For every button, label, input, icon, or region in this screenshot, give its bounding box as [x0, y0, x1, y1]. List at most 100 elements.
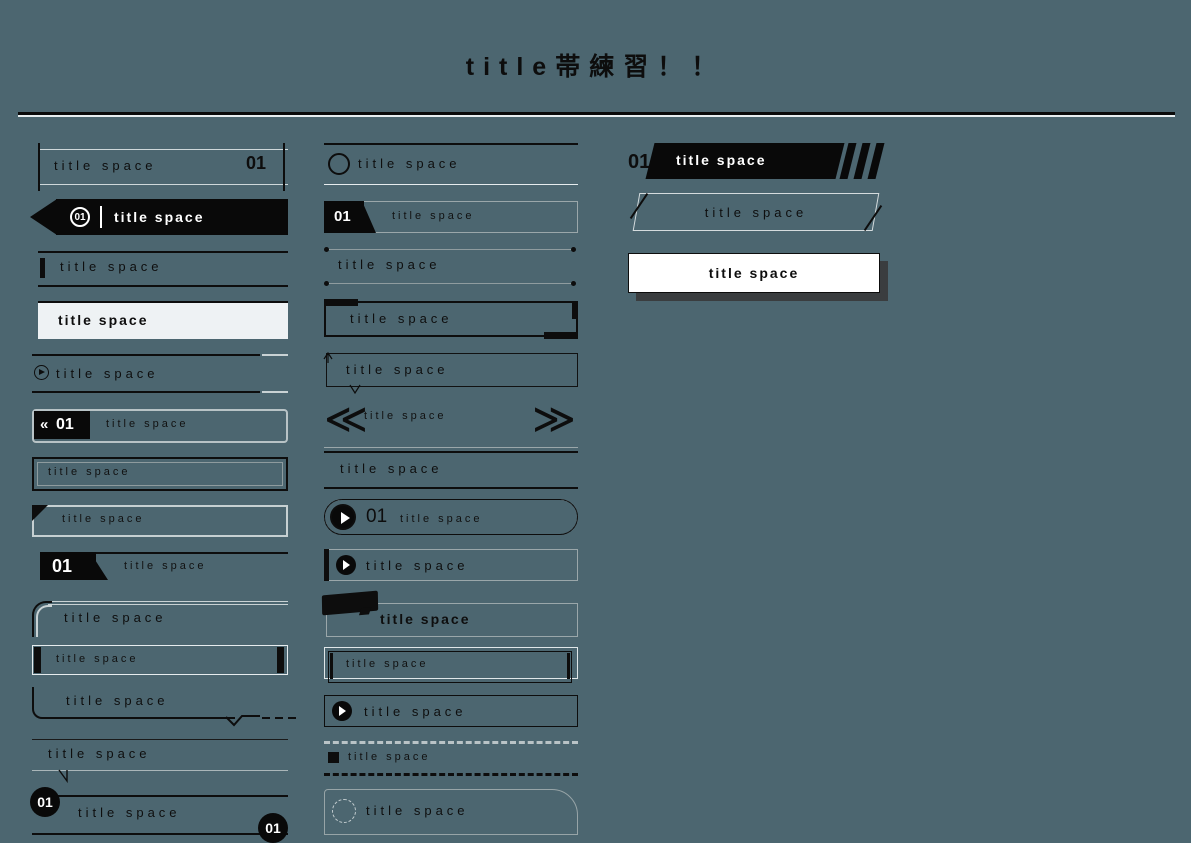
title-bar-c2-2[interactable]: 01 title space: [322, 201, 578, 233]
rule-top: [38, 149, 288, 150]
title-bar-c2-12[interactable]: title space: [322, 695, 578, 727]
dot-top-right: [571, 247, 576, 252]
chevron-left-icon[interactable]: ≪: [324, 398, 368, 440]
rule-top: [324, 143, 578, 145]
endcap-right: [567, 653, 570, 679]
rule-bottom: [38, 285, 288, 287]
title-bar-c3-1[interactable]: 01 title space: [628, 143, 885, 179]
title-label: title space: [124, 560, 207, 572]
title-label: title space: [58, 312, 149, 328]
number-chip: « 01: [34, 411, 90, 439]
title-bar-c2-4[interactable]: title space: [322, 299, 578, 339]
title-bar-c2-9[interactable]: title space: [322, 549, 578, 581]
dashed-rule-top: [324, 741, 578, 744]
title-bar-c1-3[interactable]: title space: [30, 249, 288, 289]
title-label: title space: [704, 205, 808, 220]
dash-2: [275, 717, 283, 719]
brush-stroke-icon: [321, 590, 379, 616]
title-bar-c1-9[interactable]: 01 title space: [30, 551, 288, 589]
dash-1: [262, 717, 270, 719]
play-circle-icon: [330, 504, 356, 530]
title-label: title space: [62, 513, 145, 525]
corner-key-bottom-right: [544, 332, 578, 339]
squiggle-icon: [226, 715, 260, 727]
rule-bottom: [324, 184, 578, 185]
title-bar-c1-11[interactable]: title space: [30, 645, 288, 675]
tag-number: 01: [52, 556, 73, 576]
rounded-corner-inner: [36, 605, 52, 637]
dot-bottom-left: [324, 281, 329, 286]
column-1: title space 01 01 title space title spac…: [30, 143, 296, 843]
title-label: title space: [346, 658, 429, 670]
title-label: title space: [708, 265, 800, 281]
rule-bottom: [32, 833, 288, 835]
title-bar-c1-6[interactable]: « 01 title space: [30, 409, 288, 443]
title-bar-c1-2[interactable]: 01 title space: [30, 199, 288, 235]
title-bar-c1-1[interactable]: title space 01: [30, 143, 288, 191]
title-bar-c2-6[interactable]: ≪ ≫ title space: [322, 395, 578, 443]
title-label: title space: [364, 704, 467, 719]
title-bar-c1-12[interactable]: title space: [30, 687, 296, 731]
title-bar-c2-14[interactable]: title space: [322, 789, 578, 835]
rule-tail-top: [262, 354, 288, 356]
pin-mark-top-icon: [323, 351, 333, 363]
column-3: 01 title space title space title space: [628, 143, 888, 301]
title-label: title space: [350, 311, 453, 326]
title-bar-c2-7[interactable]: title space: [322, 447, 578, 491]
title-bar-c1-7[interactable]: title space: [30, 457, 288, 491]
title-label: title space: [392, 210, 475, 222]
title-label: title space: [78, 805, 181, 820]
title-bar-c1-5[interactable]: title space: [30, 353, 288, 395]
title-bar-c2-13[interactable]: title space: [322, 741, 578, 777]
rule-top-2: [48, 604, 288, 605]
title-label: title space: [364, 410, 447, 422]
title-bar-c2-5[interactable]: title space: [322, 351, 578, 395]
dot-bottom-right: [571, 281, 576, 286]
title-bar-c1-8[interactable]: title space: [30, 505, 288, 537]
title-bar-c3-2[interactable]: title space: [628, 191, 884, 235]
title-label: title space: [348, 751, 431, 763]
chevron-right-icon[interactable]: ≫: [532, 398, 576, 440]
rule-top: [32, 795, 288, 797]
title-bar-c2-3[interactable]: title space: [322, 245, 578, 287]
corner-bracket: [32, 687, 56, 719]
arrow-left-icon: [30, 199, 57, 235]
rule-top: [48, 601, 288, 602]
title-label: title space: [358, 156, 461, 171]
play-circle-icon: [34, 365, 49, 380]
title-bar-c1-4[interactable]: title space: [30, 301, 288, 339]
accent-bar: [324, 549, 329, 581]
play-circle-icon: [336, 555, 356, 575]
title-label: title space: [54, 158, 157, 173]
rule-bottom: [38, 184, 288, 185]
rule-bottom: [328, 283, 572, 284]
rule-top: [32, 354, 260, 356]
dot-top-left: [324, 247, 329, 252]
title-label: title space: [64, 610, 167, 625]
number-circle-right: 01: [258, 813, 288, 843]
title-bar-c1-13[interactable]: title space: [30, 737, 288, 784]
rule-top: [38, 251, 288, 253]
rule-top: [328, 249, 572, 250]
title-bar-c3-3[interactable]: title space: [628, 253, 888, 301]
endcap-left: [34, 647, 41, 673]
tick-left: [38, 143, 40, 191]
title-label: title space: [56, 366, 159, 381]
title-bar-c1-10[interactable]: title space: [30, 597, 288, 639]
number-circle-badge: 01: [70, 207, 90, 227]
chip-number: 01: [56, 416, 74, 433]
title-label: title space: [106, 418, 189, 430]
tick-right: [283, 143, 285, 191]
title-bar-c2-10[interactable]: title space: [321, 590, 578, 637]
rule-bottom: [324, 487, 578, 489]
stripe-3: [867, 143, 885, 179]
title-label: title space: [338, 257, 441, 272]
rule-top: [32, 739, 288, 740]
title-bar-c2-1[interactable]: title space: [322, 143, 578, 189]
title-bar-c2-11[interactable]: title space: [322, 647, 578, 683]
title-bar-c1-14[interactable]: 01 01 title space: [30, 787, 288, 843]
title-label: title space: [400, 513, 483, 525]
tick-mark-icon: [58, 769, 68, 784]
title-label: title space: [380, 611, 471, 627]
title-bar-c2-8[interactable]: 01 title space: [322, 499, 578, 535]
